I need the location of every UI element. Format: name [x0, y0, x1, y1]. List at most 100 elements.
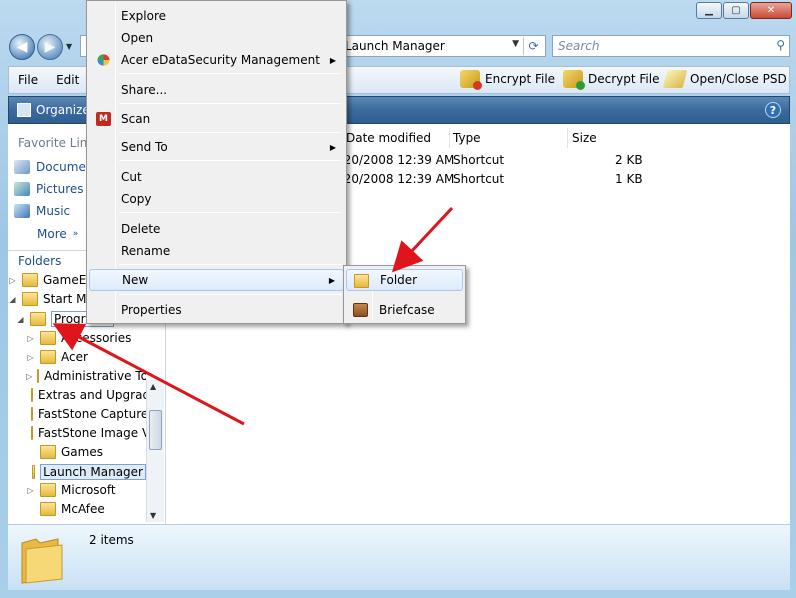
menu-rename[interactable]: Rename [89, 240, 344, 262]
menu-file[interactable]: File [9, 73, 47, 87]
folder-icon [40, 445, 56, 459]
menu-delete[interactable]: Delete [89, 218, 344, 240]
tree-item-faststone-image-viewer[interactable]: FastStone Image Viewer [26, 426, 146, 440]
folder-icon [40, 331, 56, 345]
folder-icon [31, 388, 33, 402]
open-close-psd-button[interactable]: Open/Close PSD [662, 70, 787, 88]
menu-separator [119, 212, 341, 213]
tree-item-launch-manager[interactable]: Launch Manager [26, 464, 146, 480]
expand-icon[interactable]: ▷ [8, 276, 17, 285]
encrypt-file-button[interactable]: Encrypt File [460, 70, 555, 90]
psd-icon [662, 70, 688, 88]
minimize-button[interactable]: ▁ [696, 2, 722, 19]
expand-icon[interactable]: ▷ [26, 334, 35, 343]
maximize-button[interactable]: ▢ [723, 2, 749, 19]
search-input[interactable]: Search ⚲ [552, 35, 790, 57]
menu-open[interactable]: Open [89, 27, 344, 49]
tree-item-label: Microsoft [61, 483, 116, 497]
tree-item-faststone-capture[interactable]: FastStone Capture [26, 407, 146, 421]
folder-icon [40, 483, 56, 497]
tree-item-games[interactable]: Games [26, 445, 103, 459]
tree-scrollbar[interactable]: ▲ ▼ [146, 380, 164, 522]
tree-item-accessories[interactable]: ▷ Accessories [26, 331, 131, 345]
tree-item-administrative-tools[interactable]: ▷ Administrative Tools [26, 369, 146, 383]
expand-icon[interactable]: ▷ [26, 372, 32, 381]
folder-icon [22, 273, 38, 287]
tree-item-label: Acer [61, 350, 88, 364]
menu-send-to[interactable]: Send To ▶ [89, 136, 344, 158]
briefcase-icon [353, 303, 368, 317]
collapse-icon[interactable]: ◢ [16, 315, 25, 324]
caption-buttons: ▁ ▢ ✕ [696, 2, 792, 19]
folder-icon [31, 465, 36, 479]
organize-icon [17, 103, 31, 117]
column-type[interactable]: Type [453, 128, 568, 148]
acer-icon [97, 54, 110, 66]
menu-new[interactable]: New ▶ [89, 269, 344, 291]
encrypt-icon [460, 70, 482, 90]
tree-item-extras-and-upgrades[interactable]: Extras and Upgrades [26, 388, 146, 402]
menu-explore[interactable]: Explore [89, 5, 344, 27]
scroll-up-icon[interactable]: ▲ [150, 382, 156, 391]
tree-item-microsoft[interactable]: ▷ Microsoft [26, 483, 116, 497]
submenu-arrow-icon: ▶ [329, 55, 336, 65]
favorite-pictures[interactable]: Pictures [14, 182, 84, 196]
tree-item-acer[interactable]: ▷ Acer [26, 350, 88, 364]
tree-item-label: FastStone Capture [38, 407, 146, 421]
submenu-folder[interactable]: Folder [346, 269, 463, 291]
tree-item-mcafee[interactable]: McAfee [26, 502, 105, 516]
search-icon[interactable]: ⚲ [776, 38, 785, 52]
tree-item-label: Extras and Upgrades [38, 388, 146, 402]
menu-scan[interactable]: M Scan [89, 108, 344, 130]
help-icon[interactable]: ? [765, 102, 781, 118]
menu-item-label: Briefcase [379, 303, 435, 317]
address-dropdown-icon[interactable]: ▼ [512, 39, 519, 49]
menu-edit[interactable]: Edit [47, 73, 88, 87]
menu-cut[interactable]: Cut [89, 166, 344, 188]
tree-item-label: Launch Manager [40, 464, 146, 480]
menu-item-label: Acer eDataSecurity Management [121, 53, 320, 67]
more-links[interactable]: More » [37, 227, 78, 241]
menu-separator [119, 103, 341, 104]
row2-size[interactable]: 1 KB [615, 172, 643, 186]
back-button[interactable]: ◀ [9, 34, 35, 60]
more-label: More [37, 227, 67, 241]
scroll-down-icon[interactable]: ▼ [150, 511, 156, 520]
row1-size[interactable]: 2 KB [615, 153, 643, 167]
menu-separator [119, 73, 341, 74]
decrypt-file-button[interactable]: Decrypt File [563, 70, 659, 90]
menu-copy[interactable]: Copy [89, 188, 344, 210]
collapse-icon[interactable]: ◢ [8, 295, 17, 304]
row2-date[interactable]: 5/20/2008 12:39 AM [332, 172, 454, 186]
row2-type[interactable]: Shortcut [453, 172, 504, 186]
menu-item-label: Delete [121, 222, 161, 236]
scrollbar-thumb[interactable] [149, 410, 162, 450]
menu-item-label: Folder [380, 273, 418, 287]
menu-item-label: Cut [121, 170, 142, 184]
menu-properties[interactable]: Properties [89, 299, 344, 321]
menu-separator [119, 160, 341, 161]
column-date-modified[interactable]: Date modified [346, 128, 450, 148]
submenu-briefcase[interactable]: Briefcase [346, 299, 463, 321]
recent-pages-dropdown-icon[interactable]: ▼ [66, 42, 72, 51]
favorite-label: Music [36, 204, 71, 218]
menu-share[interactable]: Share... [89, 79, 344, 101]
forward-button[interactable]: ▶ [37, 34, 63, 60]
refresh-icon[interactable]: ⟳ [523, 37, 543, 55]
tree-item-label: Games [61, 445, 103, 459]
organize-button[interactable]: Organize [9, 103, 90, 117]
close-button[interactable]: ✕ [750, 2, 792, 19]
row1-date[interactable]: 5/20/2008 12:39 AM [332, 153, 454, 167]
expand-icon[interactable]: ▷ [26, 486, 35, 495]
search-placeholder: Search [558, 39, 600, 53]
menu-item-label: Properties [121, 303, 182, 317]
column-label: Size [572, 131, 597, 145]
favorite-music[interactable]: Music [14, 204, 70, 218]
expand-icon[interactable]: ▷ [26, 353, 35, 362]
row1-type[interactable]: Shortcut [453, 153, 504, 167]
music-icon [14, 204, 30, 218]
mcafee-scan-icon: M [96, 112, 111, 126]
menu-acer-edatasecurity[interactable]: Acer eDataSecurity Management ▶ [89, 49, 344, 71]
column-size[interactable]: Size [572, 128, 642, 148]
folder-icon [31, 426, 33, 440]
